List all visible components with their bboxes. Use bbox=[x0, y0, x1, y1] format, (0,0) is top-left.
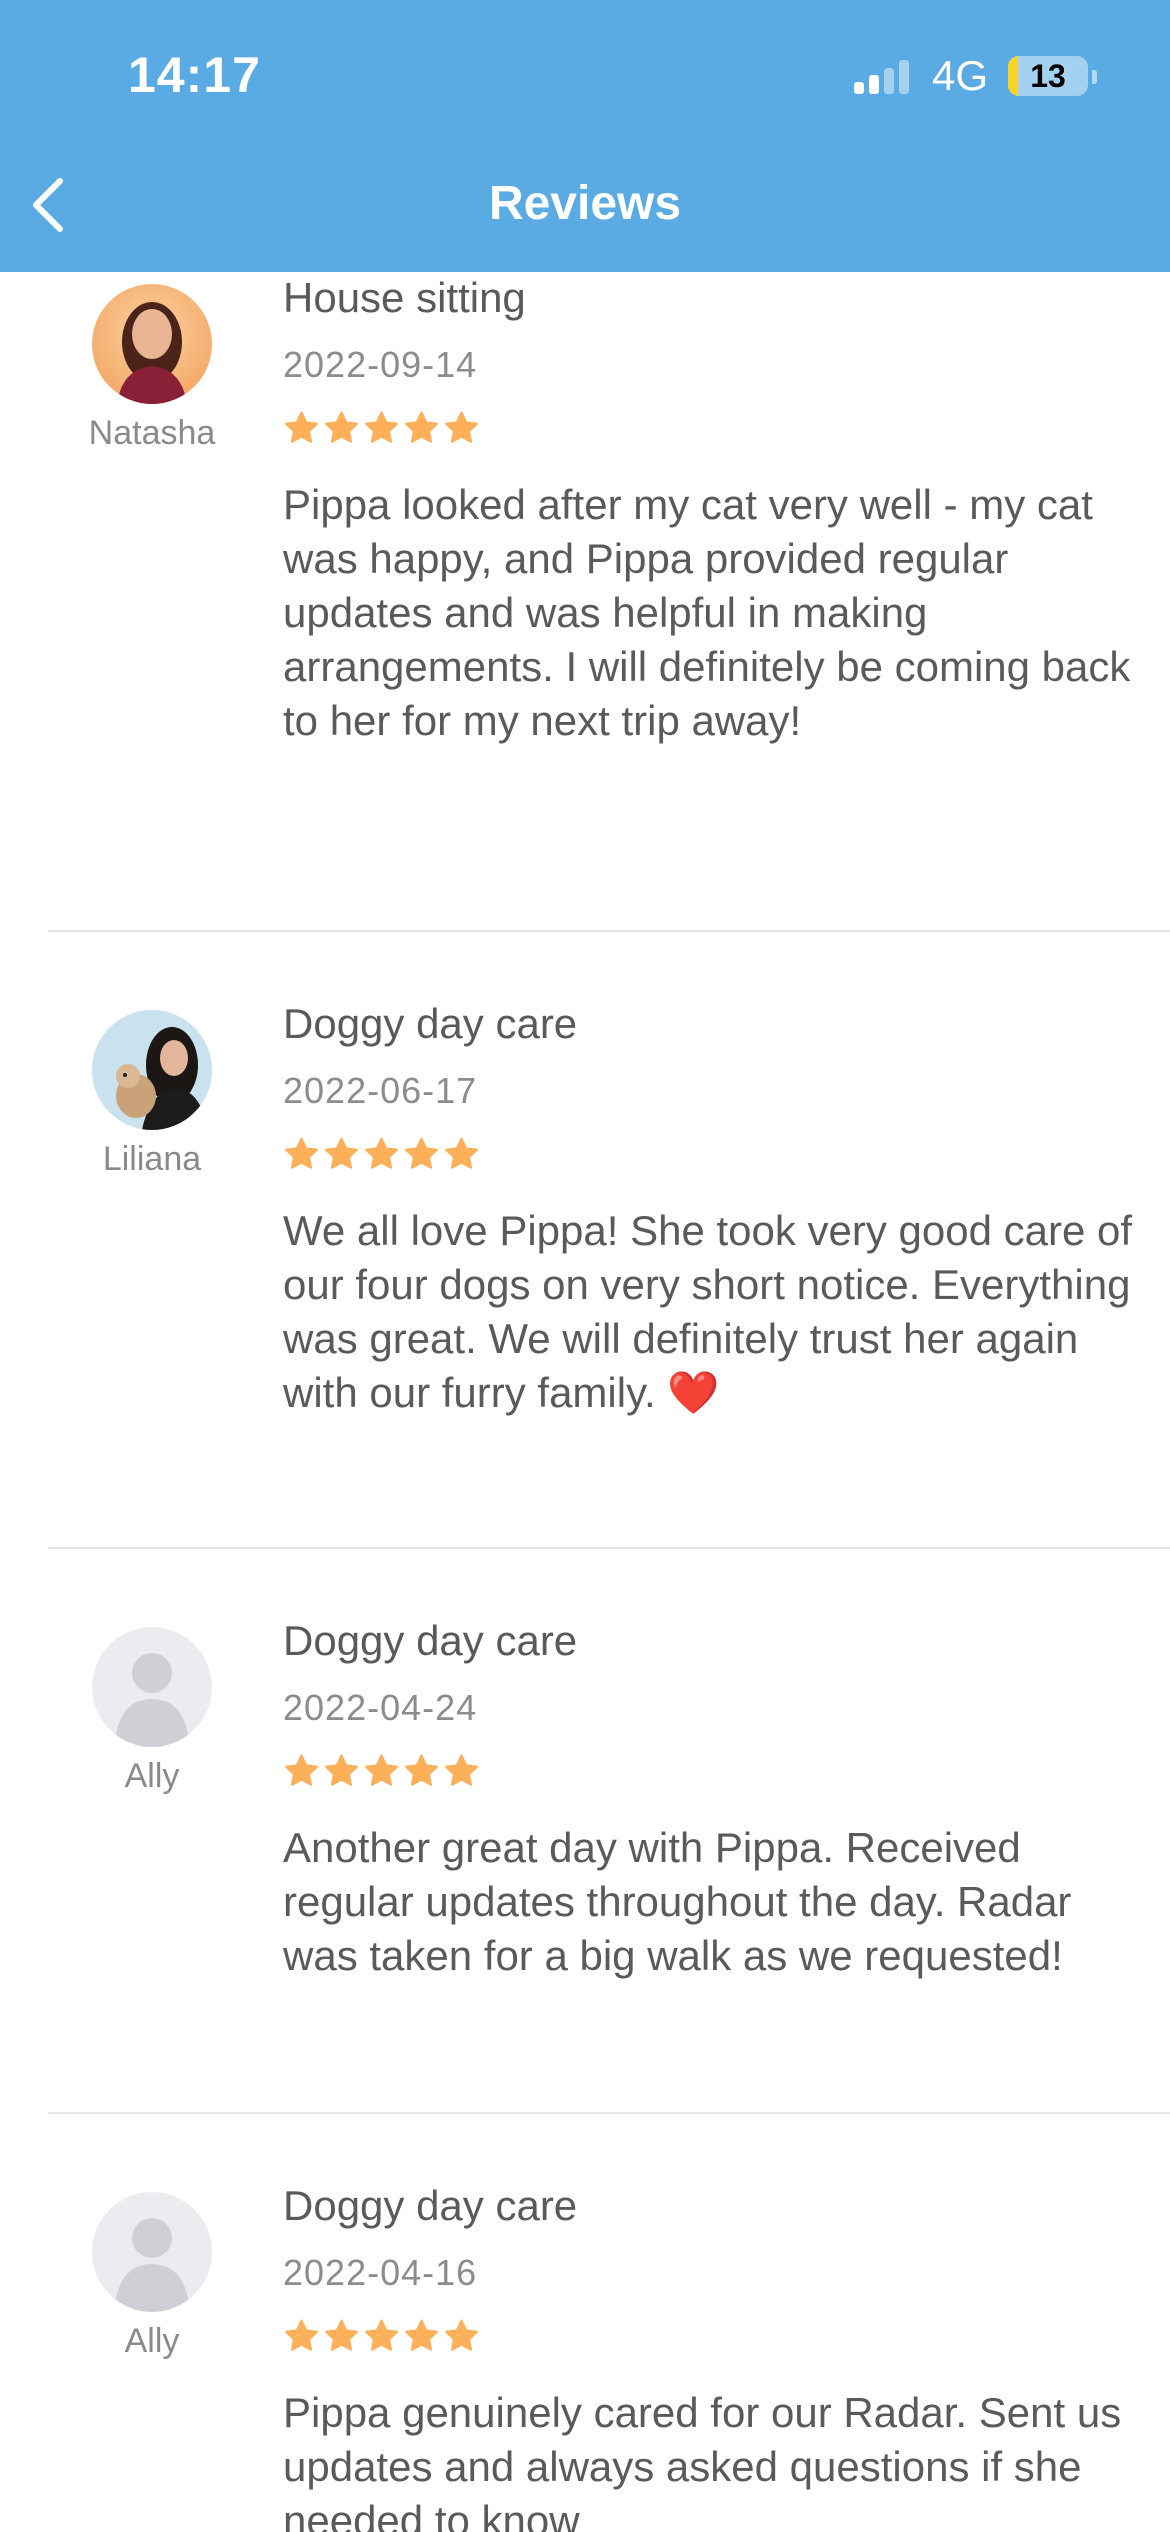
review-comment: Pippa genuinely cared for our Radar. Sen… bbox=[283, 2389, 1122, 2532]
network-type: 4G bbox=[932, 52, 989, 99]
star-icon bbox=[445, 1754, 478, 1786]
review-item: Ally Doggy day care 2022-04-16 Pippa gen… bbox=[0, 2114, 1170, 2532]
review-date: 2022-04-24 bbox=[283, 1687, 478, 1728]
reviewer-name: Natasha bbox=[88, 414, 216, 452]
star-icon bbox=[325, 2319, 358, 2351]
battery-cap bbox=[1092, 70, 1097, 84]
review-date: 2022-04-16 bbox=[283, 2252, 478, 2293]
avatar[interactable] bbox=[92, 284, 212, 404]
avatar[interactable] bbox=[92, 1627, 212, 1747]
star-icon bbox=[405, 1754, 438, 1786]
star-icon bbox=[285, 1137, 318, 1169]
star-icon bbox=[365, 2319, 398, 2351]
page-title: Reviews bbox=[488, 177, 682, 230]
reviewer-photo bbox=[92, 284, 212, 404]
review-item: Natasha House sitting 2022-09-14 Pippa l… bbox=[0, 272, 1170, 932]
battery-level: 13 bbox=[1030, 57, 1066, 94]
battery-icon: 13 bbox=[1008, 56, 1088, 96]
star-rating bbox=[283, 2318, 480, 2354]
reviewer-photo bbox=[92, 1010, 212, 1130]
review-item: Liliana Doggy day care 2022-06-17 We all… bbox=[0, 932, 1170, 1549]
service-type: House sitting bbox=[283, 274, 526, 321]
star-icon bbox=[325, 1754, 358, 1786]
star-icon bbox=[445, 411, 478, 443]
star-icon bbox=[405, 411, 438, 443]
star-icon bbox=[365, 411, 398, 443]
star-rating bbox=[283, 410, 480, 446]
signal-bars-icon bbox=[854, 60, 914, 94]
service-type: Doggy day care bbox=[283, 2182, 578, 2229]
reviewer-name: Liliana bbox=[102, 1140, 202, 1178]
star-icon bbox=[285, 411, 318, 443]
reviewer-name: Ally bbox=[124, 1757, 180, 1795]
status-time: 14:17 bbox=[128, 47, 261, 103]
review-item: Ally Doggy day care 2022-04-24 Another g… bbox=[0, 1549, 1170, 2114]
star-rating bbox=[283, 1753, 480, 1789]
star-icon bbox=[365, 1754, 398, 1786]
reviewer-name: Ally bbox=[124, 2322, 180, 2360]
review-date: 2022-06-17 bbox=[283, 1070, 478, 1111]
header-bar: 14:17 4G 13 Reviews bbox=[0, 0, 1170, 272]
service-type: Doggy day care bbox=[283, 1000, 578, 1047]
star-icon bbox=[445, 2319, 478, 2351]
star-icon bbox=[405, 1137, 438, 1169]
reviews-list[interactable]: Natasha House sitting 2022-09-14 Pippa l… bbox=[0, 272, 1170, 2532]
star-icon bbox=[285, 1754, 318, 1786]
avatar[interactable] bbox=[92, 1010, 212, 1130]
review-comment: We all love Pippa! She took very good ca… bbox=[283, 1207, 1133, 1416]
star-icon bbox=[325, 411, 358, 443]
star-icon bbox=[365, 1137, 398, 1169]
avatar[interactable] bbox=[92, 2192, 212, 2312]
review-date: 2022-09-14 bbox=[283, 344, 478, 385]
star-icon bbox=[325, 1137, 358, 1169]
review-comment: Another great day with Pippa. Received r… bbox=[283, 1824, 1072, 1979]
default-avatar-icon bbox=[92, 1627, 212, 1747]
star-rating bbox=[283, 1136, 480, 1172]
star-icon bbox=[405, 2319, 438, 2351]
star-icon bbox=[285, 2319, 318, 2351]
default-avatar-icon bbox=[92, 2192, 212, 2312]
service-type: Doggy day care bbox=[283, 1617, 578, 1664]
review-comment: Pippa looked after my cat very well - my… bbox=[283, 481, 1131, 744]
star-icon bbox=[445, 1137, 478, 1169]
